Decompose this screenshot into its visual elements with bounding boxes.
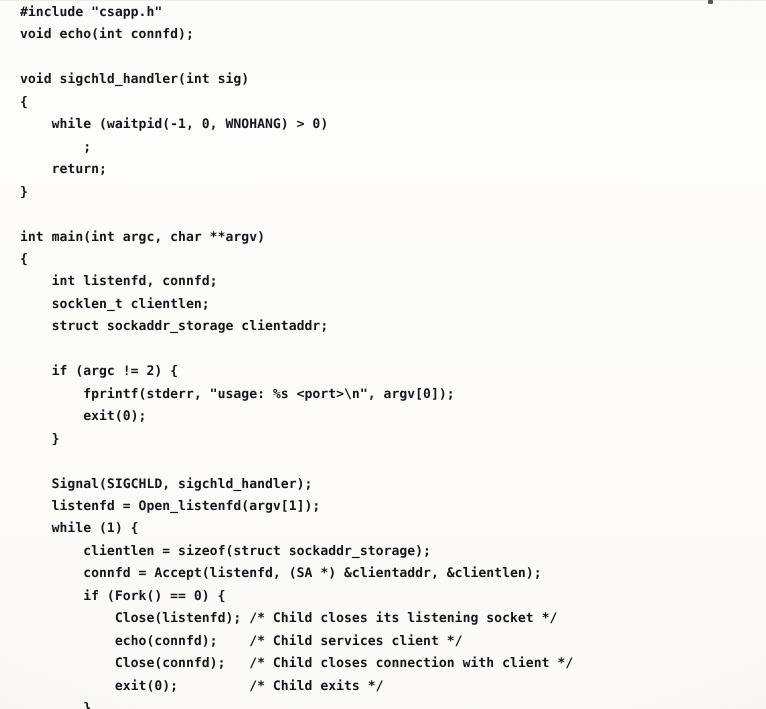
code-line: ; bbox=[20, 139, 92, 155]
code-line: struct sockaddr_storage clientaddr; bbox=[20, 319, 329, 335]
code-line: if (Fork() == 0) { bbox=[20, 588, 226, 604]
code-line: Close(connfd); /* Child closes connectio… bbox=[20, 656, 574, 672]
code-line: #include "csapp.h" bbox=[20, 5, 163, 20]
code-line: int listenfd, connfd; bbox=[20, 274, 218, 290]
code-line: } bbox=[20, 184, 28, 200]
code-line: if (argc != 2) { bbox=[20, 364, 179, 380]
scan-speck-artifact bbox=[708, 0, 713, 4]
code-line: while (waitpid(-1, 0, WNOHANG) > 0) bbox=[20, 117, 329, 133]
code-line: void echo(int connfd); bbox=[20, 27, 194, 43]
code-line: exit(0); /* Child exits */ bbox=[20, 678, 384, 694]
code-line: } bbox=[20, 431, 60, 447]
code-line: listenfd = Open_listenfd(argv[1]); bbox=[20, 498, 321, 514]
code-line: { bbox=[20, 251, 28, 267]
code-line: while (1) { bbox=[20, 521, 139, 537]
scanned-page: #include "csapp.h" void echo(int connfd);… bbox=[0, 0, 766, 709]
code-line: fprintf(stderr, "usage: %s <port>\n", ar… bbox=[20, 386, 455, 402]
code-line: void sigchld_handler(int sig) bbox=[20, 72, 250, 88]
code-line: Close(listenfd); /* Child closes its lis… bbox=[20, 611, 558, 627]
code-line: clientlen = sizeof(struct sockaddr_stora… bbox=[20, 543, 431, 559]
code-line: int main(int argc, char **argv) bbox=[20, 229, 265, 245]
code-line: } bbox=[20, 701, 92, 709]
code-line: { bbox=[20, 94, 28, 110]
page-top-edge bbox=[0, 0, 766, 1]
code-line: exit(0); bbox=[20, 409, 147, 425]
code-listing: #include "csapp.h" void echo(int connfd);… bbox=[20, 2, 589, 709]
code-line: return; bbox=[20, 162, 107, 178]
code-line: Signal(SIGCHLD, sigchld_handler); bbox=[20, 476, 313, 492]
code-line: connfd = Accept(listenfd, (SA *) &client… bbox=[20, 566, 542, 582]
code-line: echo(connfd); /* Child services client *… bbox=[20, 633, 463, 649]
code-line: socklen_t clientlen; bbox=[20, 296, 210, 312]
